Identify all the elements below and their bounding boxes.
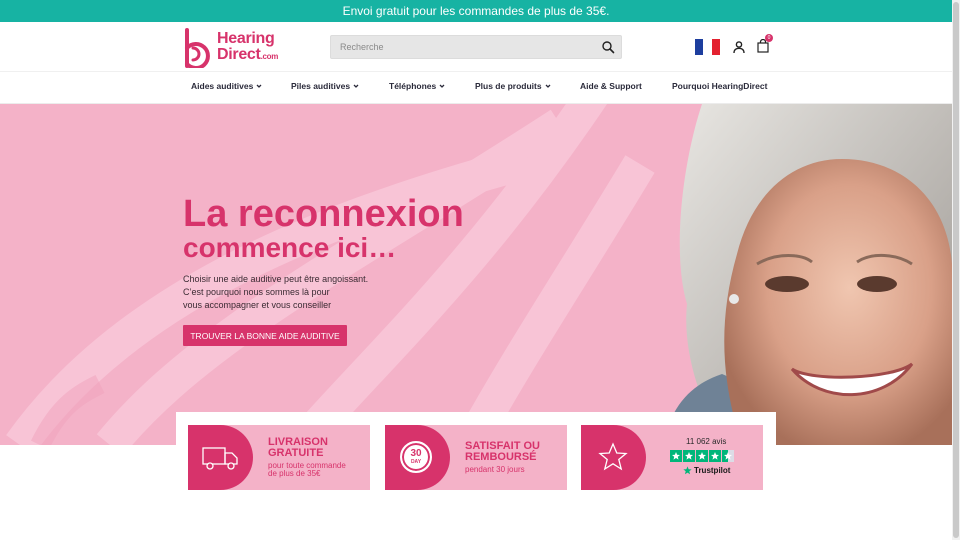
money-back-card[interactable]: 30 DAY SATISFAIT OU REMBOURSÉ pendant 30… [385, 425, 567, 490]
logo-line-2: Direct [217, 46, 261, 63]
card-title: LIVRAISON GRATUITE [268, 437, 328, 459]
cart-button[interactable]: 0 [757, 34, 773, 55]
logo-suffix: .com [260, 52, 279, 61]
smiling-woman-photo [662, 104, 952, 445]
france-flag-icon[interactable] [695, 39, 720, 55]
nav-item-label: Pourquoi HearingDirect [672, 81, 768, 91]
nav-item-why-hearingdirect[interactable]: Pourquoi HearingDirect [672, 81, 767, 91]
scrollbar-thumb[interactable] [953, 2, 959, 538]
card-icon-background [188, 425, 253, 490]
chevron-down-icon [545, 84, 551, 88]
nav-item-label: Aide & Support [580, 81, 642, 91]
trustpilot-star-icon [683, 450, 695, 462]
nav-item-label: Téléphones [389, 81, 437, 91]
reviews-card[interactable]: 11 062 avis Trustpilot [581, 425, 763, 490]
hero-description-line: vous accompagner et vous conseiller [183, 300, 332, 310]
card-subtitle: pendant 30 jours [465, 465, 525, 474]
card-subtitle: pour toute commande de plus de 35€ [268, 462, 346, 478]
card-title: SATISFAIT OU REMBOURSÉ [465, 441, 540, 463]
card-title-line: GRATUITE [268, 447, 324, 459]
card-title-line: REMBOURSÉ [465, 451, 537, 463]
hero-description: Choisir une aide auditive peut être ango… [183, 273, 413, 312]
review-count: 11 062 avis [686, 437, 727, 446]
trustpilot-stars [670, 450, 734, 462]
promo-banner: Envoi gratuit pour les commandes de plus… [0, 0, 952, 22]
chevron-down-icon [353, 84, 359, 88]
chevron-down-icon [439, 84, 445, 88]
search-bar [330, 35, 622, 59]
promo-text: Envoi gratuit pour les commandes de plus… [342, 4, 610, 18]
nav-item-phones[interactable]: Téléphones [389, 81, 445, 91]
logo-wordmark: Hearing Direct.com [217, 31, 278, 65]
card-icon-background [581, 425, 646, 490]
chevron-down-icon [256, 84, 262, 88]
nav-item-label: Aides auditives [191, 81, 254, 91]
trustpilot-brand: Trustpilot [694, 466, 731, 475]
nav-item-label: Piles auditives [291, 81, 351, 91]
hero-description-line: Choisir une aide auditive peut être ango… [183, 274, 369, 284]
free-delivery-card[interactable]: LIVRAISON GRATUITE pour toute commande d… [188, 425, 370, 490]
trustpilot-star-icon [670, 450, 682, 462]
delivery-truck-icon [202, 447, 238, 470]
logo-icon [185, 28, 210, 68]
site-header: Hearing Direct.com 0 [0, 22, 952, 104]
cart-count-badge: 0 [765, 34, 773, 42]
card-subtitle-line: de plus de 35€ [268, 469, 321, 478]
trustpilot-logo: Trustpilot [683, 466, 730, 475]
page-scrollbar[interactable] [952, 0, 960, 540]
thirty-day-badge-icon: 30 DAY [400, 441, 432, 473]
badge-number: 30 [410, 448, 422, 459]
nav-item-help-support[interactable]: Aide & Support [580, 81, 642, 91]
site-logo[interactable]: Hearing Direct.com [183, 27, 291, 69]
logo-line-1: Hearing [217, 30, 275, 47]
nav-item-label: Plus de produits [475, 81, 542, 91]
search-icon[interactable] [601, 40, 615, 54]
trustpilot-logo-star-icon [683, 466, 692, 475]
badge-unit: DAY [410, 459, 422, 465]
trustpilot-star-icon [696, 450, 708, 462]
trustpilot-star-icon [709, 450, 721, 462]
nav-item-more-products[interactable]: Plus de produits [475, 81, 551, 91]
account-icon[interactable] [732, 40, 746, 54]
hero-subtitle: commence ici… [183, 232, 397, 263]
features-strip: LIVRAISON GRATUITE pour toute commande d… [176, 412, 776, 502]
hero-banner: La reconnexion commence ici… Choisir une… [0, 104, 952, 445]
find-hearing-aid-button[interactable]: TROUVER LA BONNE AIDE AUDITIVE [183, 325, 347, 346]
search-input[interactable] [331, 36, 591, 58]
hero-description-line: C’est pourquoi nous sommes là pour [183, 287, 330, 297]
hero-title: La reconnexion [183, 193, 464, 235]
nav-item-batteries[interactable]: Piles auditives [291, 81, 359, 91]
page: Envoi gratuit pour les commandes de plus… [0, 0, 952, 540]
main-nav: Aides auditives Piles auditives Téléphon… [0, 71, 952, 103]
card-icon-background: 30 DAY [385, 425, 450, 490]
trustpilot-half-star-icon [722, 450, 734, 462]
nav-item-hearing-aids[interactable]: Aides auditives [191, 81, 262, 91]
star-outline-icon [598, 442, 628, 471]
